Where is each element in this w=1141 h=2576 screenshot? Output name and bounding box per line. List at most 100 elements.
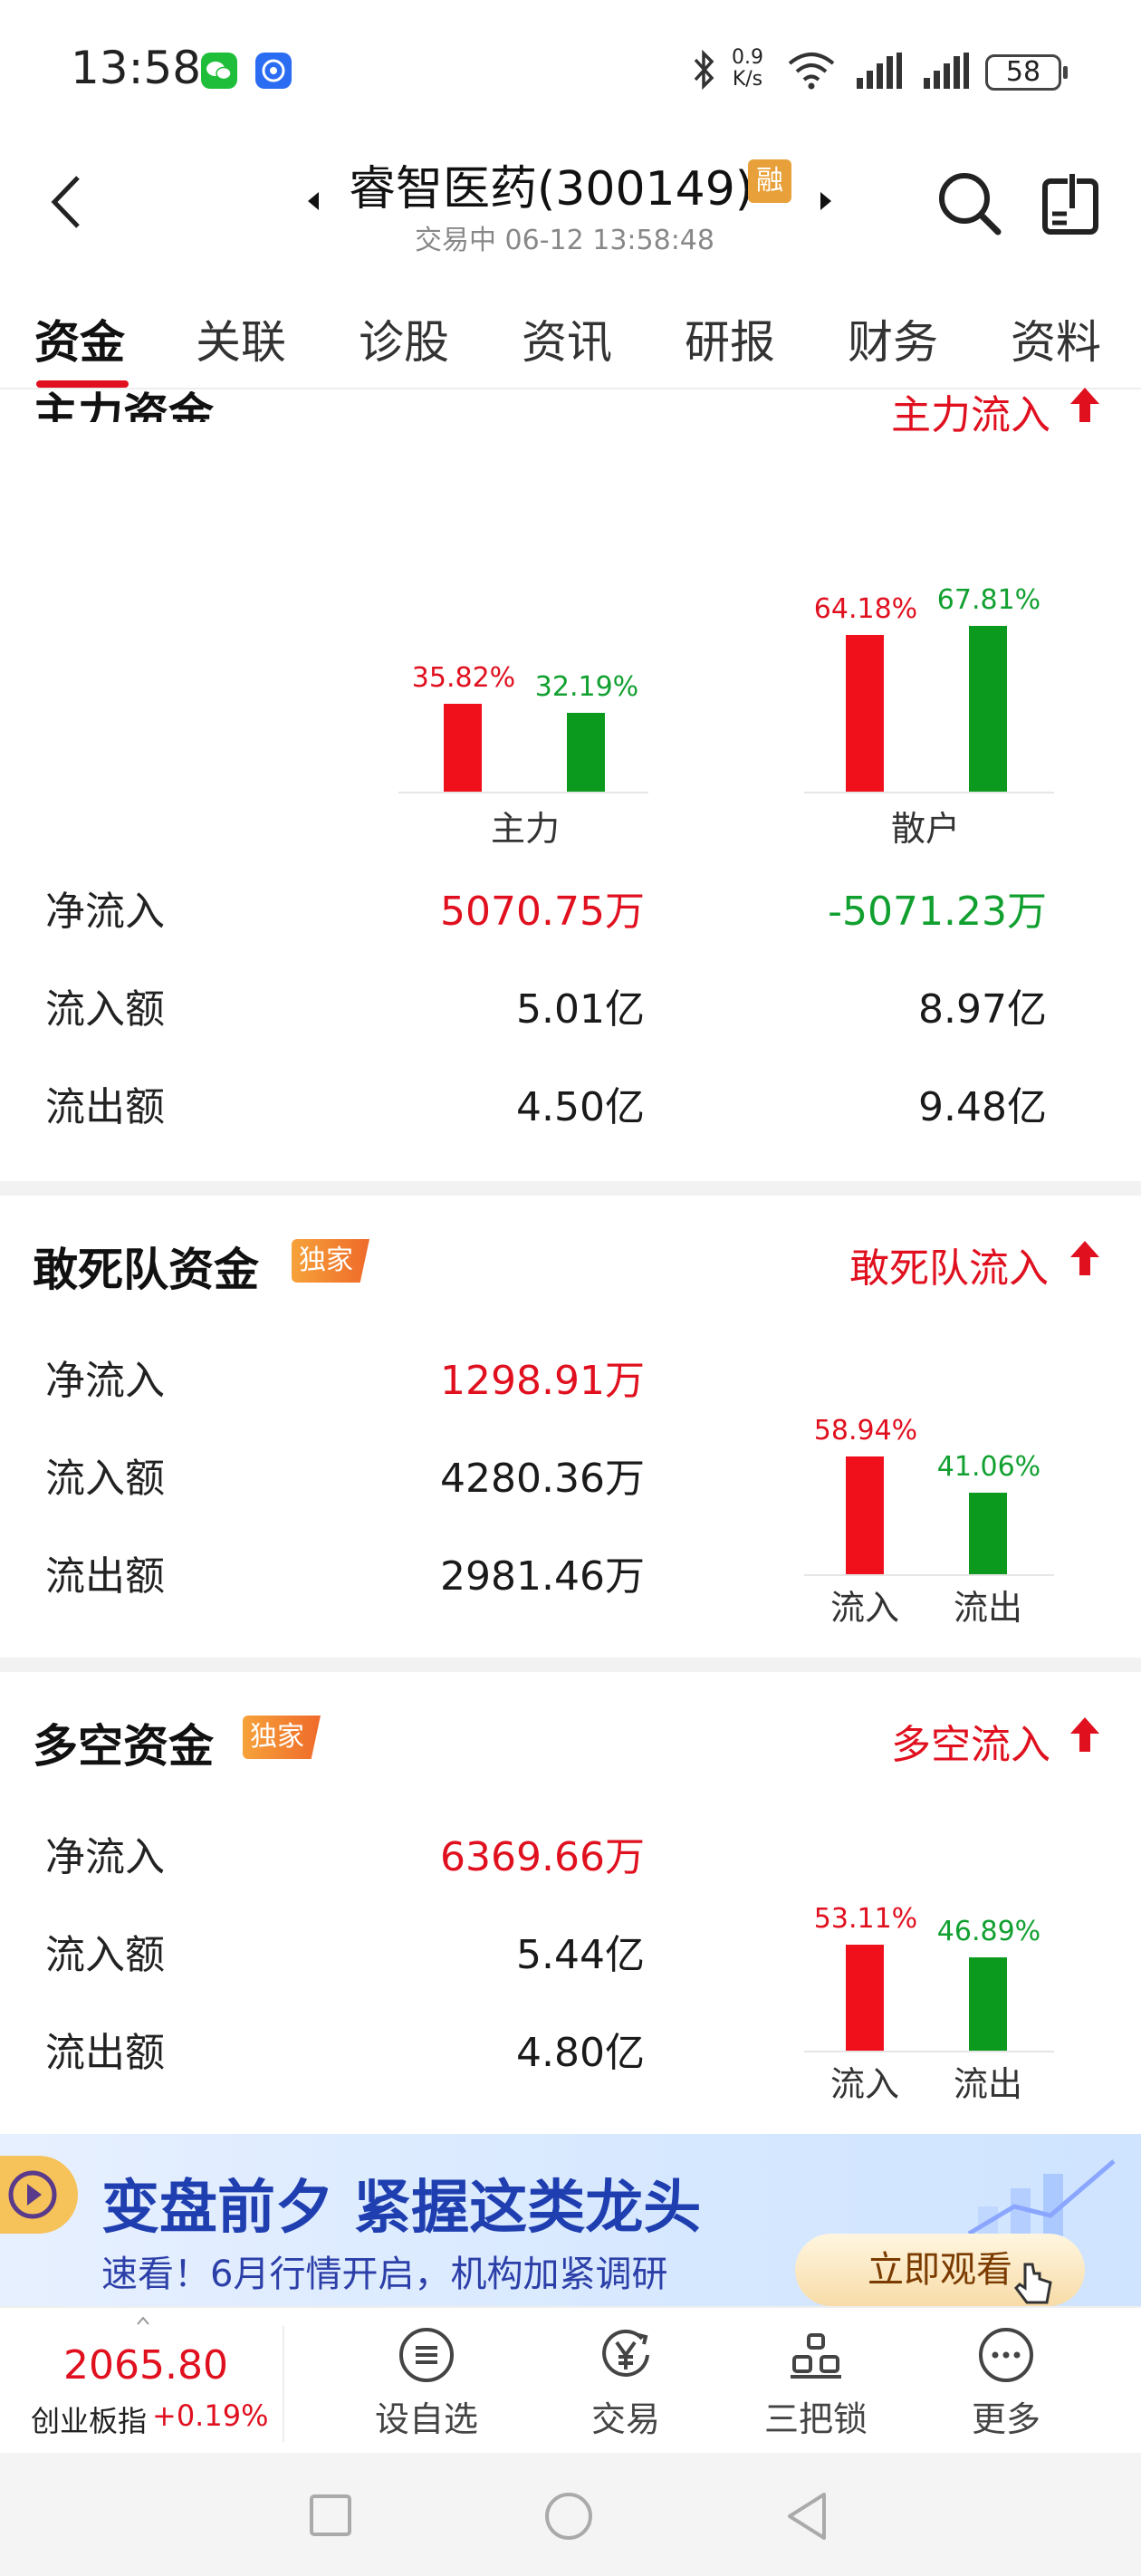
chart-baseline [398,792,648,793]
retail-inflow: 8.97亿 [918,986,1047,1033]
main-inflow: 5.01亿 [516,986,645,1033]
margin-badge: 融 [748,159,791,203]
promo-subtitle: 速看！6月行情开启，机构加紧调研 [101,2254,668,2295]
app-icon [255,53,292,89]
promo-title: 变盘前夕 紧握这类龙头 [101,2175,702,2242]
trade-button[interactable]: 交易 [558,2326,694,2444]
lock-icon [791,2333,841,2379]
expand-icon[interactable] [136,2315,150,2326]
tab-funds[interactable]: 资金 [34,306,125,371]
main-net-inflow: 5070.75万 [440,889,645,935]
wifi-icon [788,53,835,90]
back-nav-icon[interactable] [784,2491,829,2542]
stock-name: 睿智医药(300149) [349,162,754,216]
section-divider [0,1658,1141,1672]
tab-diagnosis[interactable]: 诊股 [359,306,449,371]
main-outflow-pct: 32.19% [534,671,639,703]
long-short-inflow: 5.44亿 [516,1932,645,1978]
outflow-axis-label: 流出 [953,2064,1022,2104]
dare-net-inflow: 1298.91万 [440,1358,645,1404]
tab-finance[interactable]: 财务 [848,306,938,371]
index-value[interactable]: 2065.80 [63,2342,228,2389]
dare-outflow-pct: 41.06% [936,1451,1041,1483]
add-watchlist-label: 设自选 [374,2399,478,2439]
back-icon[interactable] [45,170,91,234]
outflow-label: 流出额 [45,1553,165,1600]
up-arrow-icon [1070,1717,1099,1752]
search-icon[interactable] [935,168,1003,237]
index-change[interactable]: +0.19% [152,2398,268,2433]
long-short-inflow-pct: 53.11% [813,1903,918,1935]
hand-pointer-icon [1014,2263,1052,2304]
outflow-label: 流出额 [45,1084,165,1130]
long-short-outflow-pct: 46.89% [936,1916,1041,1947]
add-watchlist-button[interactable]: 设自选 [359,2326,494,2444]
more-icon [979,2328,1033,2382]
tab-profile[interactable]: 资料 [1011,306,1101,371]
inflow-label: 流入额 [45,986,165,1033]
tab-related[interactable]: 关联 [196,306,286,371]
long-short-outflow: 4.80亿 [516,2030,645,2076]
more-label: 更多 [971,2399,1040,2439]
recent-apps-icon[interactable] [308,2493,353,2538]
retail-inflow-pct: 64.18% [813,593,918,625]
inflow-axis-label: 流入 [829,1588,899,1628]
long-short-funds-tag[interactable]: 多空流入 [891,1712,1050,1770]
tab-news[interactable]: 资讯 [522,306,612,371]
outflow-label: 流出额 [45,2030,165,2076]
long-short-outflow-bar [969,1957,1007,2051]
section-divider [0,1181,1141,1196]
tab-research[interactable]: 研报 [685,306,775,371]
inflow-label: 流入额 [45,1456,165,1502]
prev-icon[interactable] [308,192,319,210]
play-icon [0,2156,78,2234]
index-name[interactable]: 创业板指 [31,2398,147,2440]
signal-icon [857,53,902,89]
divider [283,2326,284,2442]
exclusive-badge: 独家 [292,1239,369,1283]
long-short-inflow-bar [846,1945,884,2051]
list-icon [399,2328,454,2382]
main-funds-tag[interactable]: 主力流入 [891,382,1050,440]
chart-baseline [804,792,1054,793]
yen-icon [602,2329,649,2377]
dare-funds-tag[interactable]: 敢死队流入 [849,1235,1049,1293]
net-speed: 0.9 K/s [732,46,763,91]
outflow-axis-label: 流出 [953,1588,1022,1628]
dare-funds-title: 敢死队资金 [33,1244,259,1296]
dare-outflow: 2981.46万 [440,1553,645,1600]
main-funds-title: 主力资金 [33,391,214,422]
main-outflow: 4.50亿 [516,1084,645,1130]
main-inflow-bar [444,704,482,792]
dare-inflow-bar [846,1456,884,1574]
chart-baseline [804,2051,1054,2052]
retail-outflow-bar [969,626,1007,792]
main-inflow-pct: 35.82% [411,662,516,694]
bluetooth-icon [694,49,714,91]
retail-inflow-bar [846,635,884,792]
home-icon[interactable] [543,2491,594,2542]
more-button[interactable]: 更多 [938,2326,1074,2444]
main-outflow-bar [567,713,605,792]
long-short-funds-title: 多空资金 [33,1720,214,1773]
dare-inflow-pct: 58.94% [813,1415,918,1447]
retail-group-label: 散户 [890,809,960,849]
promo-banner[interactable]: 变盘前夕 紧握这类龙头 速看！6月行情开启，机构加紧调研 如何锁定众多分析师看好… [0,2134,1141,2306]
promo-subtitle-2: 如何锁定众多分析师看好的成长龙头？ [101,2295,717,2306]
up-arrow-icon [1070,388,1099,422]
dare-outflow-bar [969,1493,1007,1574]
three-locks-button[interactable]: 三把锁 [748,2326,884,2444]
bottom-toolbar: 2065.80 创业板指 +0.19% 设自选 交易 三把锁 更多 [0,2306,1141,2453]
share-icon[interactable] [1040,168,1103,237]
status-bar: 13:58 0.9 K/s 58 [0,0,1141,136]
next-icon[interactable] [820,192,831,210]
exclusive-badge: 独家 [243,1716,321,1759]
trade-status: 交易中 06-12 13:58:48 [415,225,714,256]
status-time: 13:58 [71,42,202,94]
trade-label: 交易 [590,2399,660,2439]
net-inflow-label: 净流入 [45,1358,165,1404]
inflow-axis-label: 流入 [829,2064,899,2104]
retail-net-inflow: -5071.23万 [828,889,1047,935]
net-inflow-label: 净流入 [45,1834,165,1880]
inflow-label: 流入额 [45,1932,165,1978]
